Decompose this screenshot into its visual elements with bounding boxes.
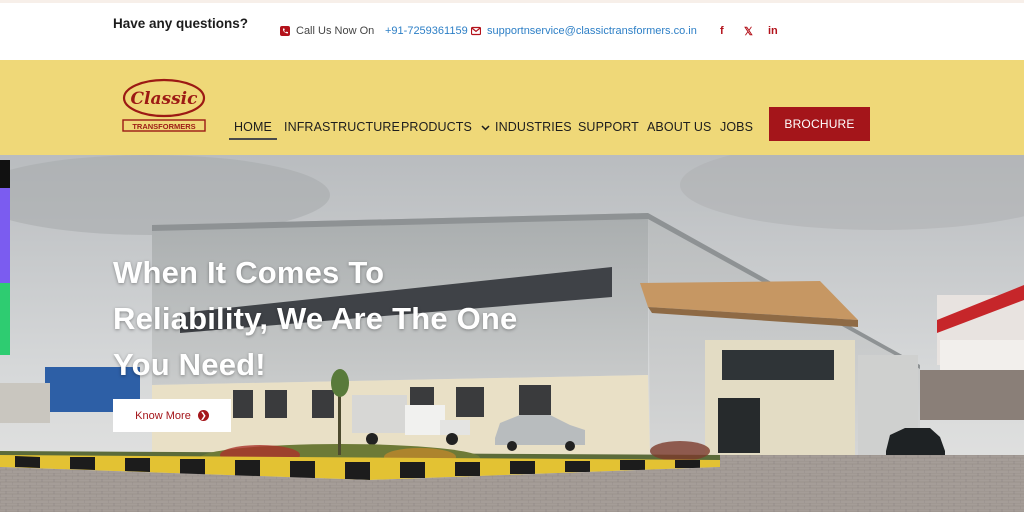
brochure-button[interactable]: BROCHURE [769,107,870,141]
know-more-label: Know More [135,409,191,422]
nav-jobs[interactable]: JOBS [720,120,753,134]
call-label: Call Us Now On [280,25,374,37]
logo-word-text: TRANSFORMERS [132,122,195,131]
main-navbar: Classic TRANSFORMERS HOME INFRASTRUCTURE… [0,60,1024,155]
top-contact-bar: Have any questions? Call Us Now On +91-7… [0,0,1024,60]
side-tab-dark[interactable] [0,160,10,188]
logo-script-text: Classic [131,89,199,109]
email-link[interactable]: supportnservice@classictransformers.co.i… [487,25,697,37]
questions-text: Have any questions? [113,16,249,31]
hero-headline: When It Comes To Reliability, We Are The… [113,255,518,382]
call-label-text: Call Us Now On [296,25,375,37]
know-more-button[interactable]: Know More ❯ [113,399,231,432]
nav-infrastructure[interactable]: INFRASTRUCTURE [284,120,400,134]
side-tab-green[interactable] [0,283,10,355]
arrow-right-circle-icon: ❯ [197,410,209,421]
nav-support[interactable]: SUPPORT [578,120,639,134]
email-contact[interactable]: supportnservice@classictransformers.co.i… [471,25,697,37]
nav-home[interactable]: HOME [229,120,277,140]
mail-icon [471,26,481,36]
nav-products-label: PRODUCTS [401,120,472,134]
nav-industries[interactable]: INDUSTRIES [495,120,572,134]
hero-banner: When It Comes To Reliability, We Are The… [0,155,1024,512]
phone-icon [280,26,290,36]
phone-link[interactable]: +91-7259361159 [385,25,468,37]
nav-about-us[interactable]: ABOUT US [647,120,711,134]
facebook-icon[interactable]: f [720,25,724,37]
classic-transformers-logo[interactable]: Classic TRANSFORMERS [121,78,207,134]
x-twitter-icon[interactable]: 𝕏 [744,25,753,38]
nav-products[interactable]: PRODUCTS [401,120,490,134]
linkedin-icon[interactable]: in [768,25,778,37]
side-tab-purple[interactable] [0,188,10,283]
chevron-down-icon [481,125,490,131]
